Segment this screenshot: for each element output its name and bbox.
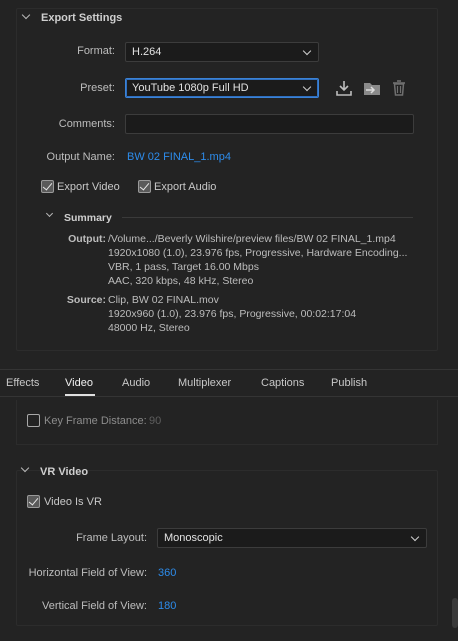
export-audio-checkbox[interactable] (138, 180, 151, 193)
vfov-label: Vertical Field of View: (42, 600, 147, 612)
active-tab-indicator (65, 394, 95, 396)
chevron-down-icon (302, 46, 312, 56)
delete-preset-icon[interactable] (391, 79, 407, 97)
summary-source-line: 1920x960 (1.0), 23.976 fps, Progressive,… (108, 308, 357, 320)
video-is-vr-checkbox[interactable] (27, 495, 40, 508)
summary-output-line: AAC, 320 kbps, 48 kHz, Stereo (108, 275, 254, 287)
key-frame-label: Key Frame Distance: (44, 415, 147, 427)
vfov-value[interactable]: 180 (158, 600, 176, 612)
export-video-label: Export Video (57, 181, 120, 193)
scrollbar-thumb[interactable] (452, 598, 458, 628)
tab-video[interactable]: Video (65, 377, 93, 389)
frame-layout-label: Frame Layout: (76, 532, 147, 544)
format-label: Format: (77, 45, 115, 57)
preset-select[interactable]: YouTube 1080p Full HD (125, 78, 319, 98)
tab-multiplexer[interactable]: Multiplexer (178, 377, 231, 389)
export-settings-title: Export Settings (41, 12, 123, 24)
import-preset-icon[interactable] (362, 79, 382, 97)
summary-output-key: Output: (68, 233, 106, 245)
hfov-value[interactable]: 360 (158, 567, 176, 579)
format-select[interactable]: H.264 (125, 42, 319, 62)
summary-output-line: VBR, 1 pass, Target 16.00 Mbps (108, 261, 259, 273)
tab-captions[interactable]: Captions (261, 377, 304, 389)
key-frame-checkbox[interactable] (27, 414, 40, 427)
video-is-vr-label: Video Is VR (44, 496, 102, 508)
preset-value: YouTube 1080p Full HD (132, 82, 249, 94)
save-preset-icon[interactable] (335, 79, 353, 97)
frame-layout-value: Monoscopic (164, 532, 223, 544)
chevron-down-icon (302, 82, 312, 92)
frame-layout-select[interactable]: Monoscopic (157, 528, 427, 548)
summary-source-line: 48000 Hz, Stereo (108, 322, 190, 334)
export-video-checkbox[interactable] (41, 180, 54, 193)
preset-label: Preset: (80, 82, 115, 94)
summary-divider (122, 217, 413, 218)
output-name-link[interactable]: BW 02 FINAL_1.mp4 (127, 151, 231, 163)
summary-source-key: Source: (66, 294, 106, 306)
comments-label: Comments: (58, 118, 115, 130)
vr-video-title: VR Video (40, 466, 89, 478)
tab-audio[interactable]: Audio (122, 377, 150, 389)
summary-output-line: /Volume.../Beverly Wilshire/preview file… (108, 233, 396, 245)
hfov-label: Horizontal Field of View: (28, 567, 147, 579)
tab-effects[interactable]: Effects (6, 377, 39, 389)
settings-tabs: Effects Video Audio Multiplexer Captions… (0, 369, 458, 397)
summary-output-line: 1920x1080 (1.0), 23.976 fps, Progressive… (108, 247, 408, 259)
key-frame-value[interactable]: 90 (149, 415, 161, 427)
output-name-label: Output Name: (46, 151, 115, 163)
tab-publish[interactable]: Publish (331, 377, 367, 389)
chevron-down-icon (410, 532, 420, 542)
format-value: H.264 (132, 46, 162, 58)
comments-input[interactable] (125, 114, 414, 134)
export-audio-label: Export Audio (154, 181, 217, 193)
summary-source-line: Clip, BW 02 FINAL.mov (108, 294, 219, 306)
summary-title: Summary (64, 212, 112, 224)
